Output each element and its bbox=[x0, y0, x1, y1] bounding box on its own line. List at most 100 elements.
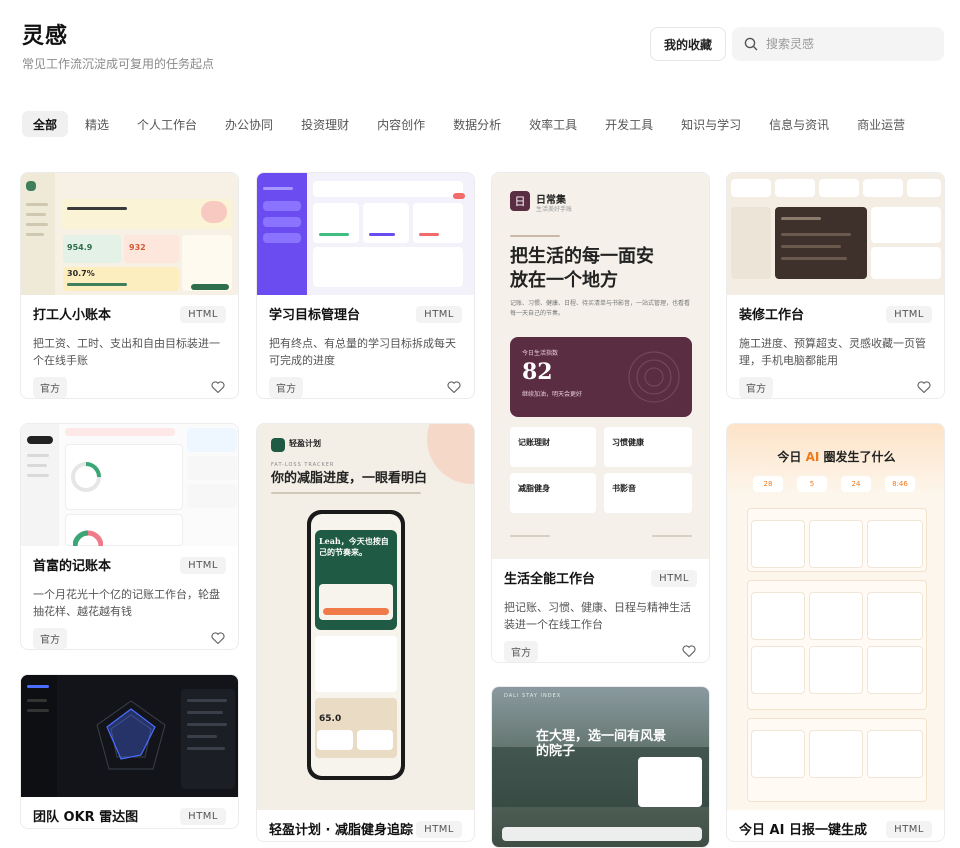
inspiration-card[interactable]: 日 日常集 生活美好手账 把生活的每一面安放在一个地方 记账、习惯、健康、日程、… bbox=[491, 172, 710, 663]
card-thumbnail: 日 日常集 生活美好手账 把生活的每一面安放在一个地方 记账、习惯、健康、日程、… bbox=[492, 173, 709, 559]
heart-icon[interactable] bbox=[916, 379, 932, 395]
search-icon bbox=[744, 37, 758, 51]
tab-learning[interactable]: 知识与学习 bbox=[670, 111, 752, 137]
card-title: 团队 OKR 雷达图 bbox=[33, 810, 139, 825]
tab-investment[interactable]: 投资理财 bbox=[290, 111, 360, 137]
card-description: 把记账、习惯、健康、日程与精神生活装进一个在线工作台 bbox=[504, 601, 691, 631]
thumb-headline: 把生活的每一面安放在一个地方 bbox=[510, 246, 654, 291]
tab-data[interactable]: 数据分析 bbox=[442, 111, 512, 137]
thumb-module: 习惯健康 bbox=[612, 438, 644, 447]
inspiration-card[interactable]: 装修工作台 HTML 施工进度、预算超支、灵感收藏一页管理，手机电脑都能用 官方 bbox=[726, 172, 945, 399]
official-tag: 官方 bbox=[33, 376, 67, 398]
thumb-stat: 5 bbox=[797, 476, 827, 492]
page-subtitle: 常见工作流沉淀成可复用的任务起点 bbox=[22, 57, 215, 71]
card-thumbnail bbox=[21, 675, 238, 797]
tab-personal[interactable]: 个人工作台 bbox=[126, 111, 208, 137]
card-title: 今日 AI 日报一键生成 bbox=[739, 823, 867, 838]
official-tag: 官方 bbox=[33, 627, 67, 649]
thumb-headline: 今日 AI 圈发生了什么 bbox=[727, 448, 944, 465]
thumb-module: 记账理财 bbox=[518, 438, 550, 447]
tab-featured[interactable]: 精选 bbox=[74, 111, 120, 137]
card-title: 打工人小账本 bbox=[33, 308, 112, 323]
thumb-amount: 954.9 bbox=[67, 243, 93, 252]
format-badge: HTML bbox=[651, 570, 697, 587]
thumb-greeting: Leah，今天也按自己的节奏来。 bbox=[319, 536, 389, 557]
thumb-brand: 轻盈计划 bbox=[289, 439, 321, 448]
official-tag: 官方 bbox=[739, 376, 773, 398]
tab-office[interactable]: 办公协同 bbox=[214, 111, 284, 137]
thumb-stat: 24 bbox=[841, 476, 871, 492]
thumb-module: 书影音 bbox=[612, 484, 636, 493]
heart-icon[interactable] bbox=[210, 379, 226, 395]
thumb-headline: 你的减脂进度，一眼看明白 bbox=[271, 471, 428, 486]
format-badge: HTML bbox=[416, 821, 462, 838]
tab-all[interactable]: 全部 bbox=[22, 111, 69, 137]
tab-business[interactable]: 商业运营 bbox=[846, 111, 916, 137]
tab-content[interactable]: 内容创作 bbox=[366, 111, 436, 137]
inspiration-card[interactable]: 团队 OKR 雷达图 HTML bbox=[20, 674, 239, 829]
inspiration-card[interactable]: 轻盈计划 FAT-LOSS TRACKER 你的减脂进度，一眼看明白 Leah，… bbox=[256, 423, 475, 842]
card-description: 把有终点、有总量的学习目标拆成每天可完成的进度 bbox=[269, 337, 456, 367]
thumb-index-label: 今日生活指数 bbox=[522, 350, 559, 357]
card-title: 轻盈计划 · 减脂健身追踪 bbox=[269, 823, 413, 838]
format-badge: HTML bbox=[180, 306, 226, 323]
inspiration-card[interactable]: 学习目标管理台 HTML 把有终点、有总量的学习目标拆成每天可完成的进度 官方 bbox=[256, 172, 475, 399]
heart-icon[interactable] bbox=[210, 630, 226, 646]
inspiration-card[interactable]: 今日 AI 圈发生了什么 28 5 24 8:46 今日 AI 日报一键生成 H… bbox=[726, 423, 945, 842]
card-description: 把工资、工时、支出和自由目标装进一个在线手账 bbox=[33, 337, 220, 367]
page-header: 灵感 常见工作流沉淀成可复用的任务起点 我的收藏 bbox=[22, 18, 944, 78]
thumb-stat: 8:46 bbox=[885, 476, 915, 492]
card-thumbnail bbox=[21, 424, 238, 546]
format-badge: HTML bbox=[886, 306, 932, 323]
radar-graphic bbox=[96, 700, 166, 770]
heart-icon[interactable] bbox=[681, 643, 697, 659]
card-description: 一个月花光十个亿的记账工作台，轮盘抽花样、越花越有钱 bbox=[33, 588, 220, 618]
inspiration-card[interactable]: 954.9 932 30.7% 打工人小账本 HTML 把工资、工时、支出和自由… bbox=[20, 172, 239, 399]
card-thumbnail: 954.9 932 30.7% bbox=[21, 173, 238, 295]
thumb-headline-ai: AI bbox=[805, 450, 820, 464]
search-input[interactable] bbox=[766, 37, 926, 51]
tab-news[interactable]: 信息与资讯 bbox=[758, 111, 840, 137]
thumb-percent: 30.7% bbox=[67, 269, 95, 278]
format-badge: HTML bbox=[180, 808, 226, 825]
tab-efficiency[interactable]: 效率工具 bbox=[518, 111, 588, 137]
thumb-weight: 65.0 bbox=[319, 714, 342, 724]
format-badge: HTML bbox=[886, 821, 932, 838]
thumb-index-value: 82 bbox=[522, 359, 553, 385]
inspiration-card[interactable]: 首富的记账本 HTML 一个月花光十个亿的记账工作台，轮盘抽花样、越花越有钱 官… bbox=[20, 423, 239, 650]
card-thumbnail: 今日 AI 圈发生了什么 28 5 24 8:46 bbox=[727, 424, 944, 810]
thumb-module: 减脂健身 bbox=[518, 484, 550, 493]
card-title: 装修工作台 bbox=[739, 308, 805, 323]
card-thumbnail bbox=[727, 173, 944, 295]
thumb-kicker: DALI STAY INDEX bbox=[504, 693, 562, 699]
thumb-index-note: 继续加油，明天会更好 bbox=[522, 391, 583, 398]
official-tag: 官方 bbox=[504, 640, 538, 662]
thumb-amount-2: 932 bbox=[129, 243, 146, 252]
category-tabs: 全部 精选 个人工作台 办公协同 投资理财 内容创作 数据分析 效率工具 开发工… bbox=[22, 111, 944, 137]
tab-dev[interactable]: 开发工具 bbox=[594, 111, 664, 137]
format-badge: HTML bbox=[416, 306, 462, 323]
thumb-headline-post: 圈发生了什么 bbox=[819, 450, 896, 464]
favorites-button[interactable]: 我的收藏 bbox=[649, 27, 726, 61]
thumb-intro: 记账、习惯、健康、日程、待买清单与书影音，一站式管理，也看看每一天自己的节奏。 bbox=[510, 300, 691, 317]
card-thumbnail: 轻盈计划 FAT-LOSS TRACKER 你的减脂进度，一眼看明白 Leah，… bbox=[257, 424, 474, 810]
ring-graphic bbox=[628, 351, 680, 403]
thumb-headline: 在大理，选一间有风景的院子 bbox=[536, 729, 667, 759]
format-badge: HTML bbox=[180, 557, 226, 574]
wheel-graphic bbox=[73, 530, 103, 546]
card-title: 生活全能工作台 bbox=[504, 572, 596, 587]
donut-graphic bbox=[71, 462, 101, 492]
thumb-headline-pre: 今日 bbox=[777, 450, 806, 464]
search-box[interactable] bbox=[732, 27, 944, 61]
card-title: 首富的记账本 bbox=[33, 559, 112, 574]
thumb-app-sub: 生活美好手账 bbox=[536, 206, 573, 213]
inspiration-card[interactable]: DALI STAY INDEX 在大理，选一间有风景的院子 bbox=[491, 686, 710, 848]
card-title: 学习目标管理台 bbox=[269, 308, 361, 323]
official-tag: 官方 bbox=[269, 376, 303, 398]
thumb-stat: 28 bbox=[753, 476, 783, 492]
card-thumbnail: DALI STAY INDEX 在大理，选一间有风景的院子 bbox=[492, 687, 709, 847]
card-thumbnail bbox=[257, 173, 474, 295]
inspiration-grid: 954.9 932 30.7% 打工人小账本 HTML 把工资、工时、支出和自由… bbox=[20, 172, 946, 848]
heart-icon[interactable] bbox=[446, 379, 462, 395]
card-description: 施工进度、预算超支、灵感收藏一页管理，手机电脑都能用 bbox=[739, 337, 926, 367]
